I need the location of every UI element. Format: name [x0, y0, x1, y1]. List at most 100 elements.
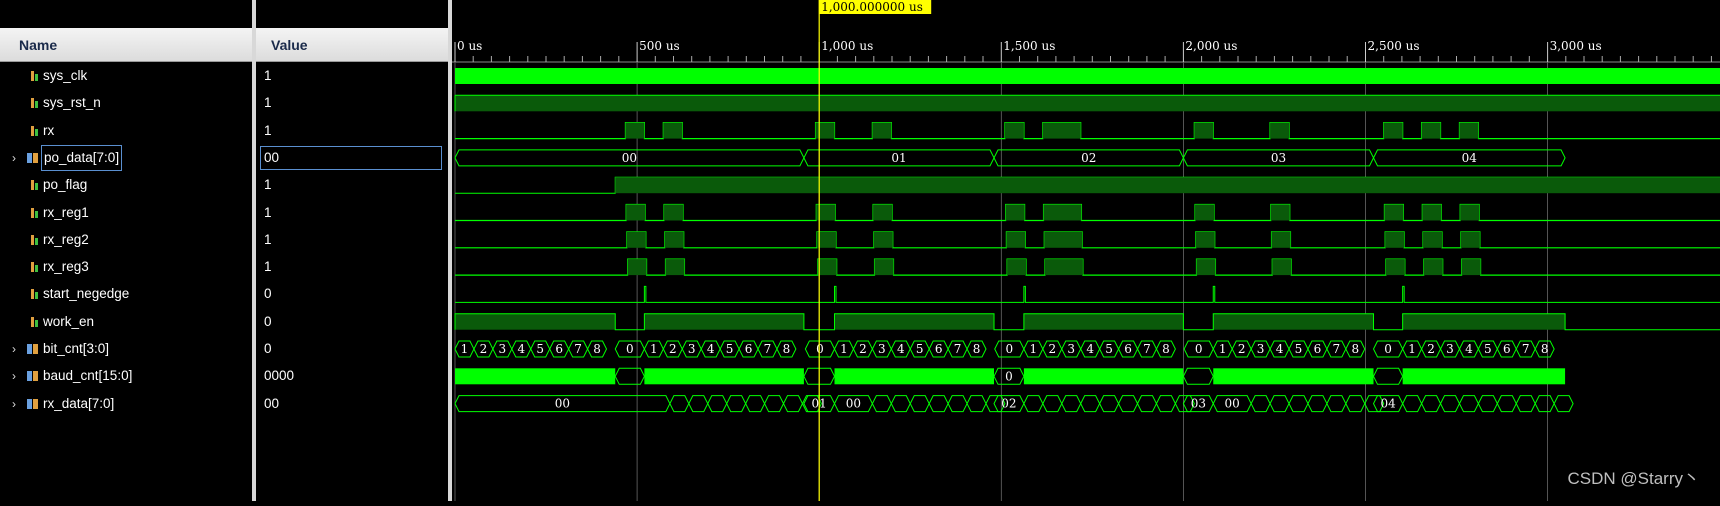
signal-value-row[interactable]: 1 [256, 172, 448, 198]
bit_cnt-bus-label: 8 [1162, 342, 1170, 356]
watermark: CSDN @Starry丶 [1567, 469, 1701, 488]
names-panel: Name sys_clk sys_rst_nrx › po_data[7:0] po_f… [0, 0, 252, 501]
rx_reg3-wave-fill [874, 259, 894, 276]
rx_reg2-wave-fill [1385, 231, 1405, 248]
signal-value-row[interactable]: 0 [256, 281, 448, 307]
signal-value-row[interactable]: 0 [256, 309, 448, 335]
rx_reg2-wave-fill [1460, 231, 1480, 248]
signal-value-row[interactable]: 1 [256, 200, 448, 226]
signal-value-row[interactable]: 1 [256, 90, 448, 116]
signal-value-row[interactable]: 00 [256, 145, 448, 171]
rx_reg1-wave-fill [626, 204, 646, 221]
rx_reg3-wave-fill [1461, 259, 1481, 276]
signal-row-rx_reg1[interactable]: rx_reg1 [0, 200, 252, 226]
signal-row-work_en[interactable]: work_en [0, 309, 252, 335]
rx-wave-fill [1459, 122, 1479, 139]
signal-row-baud_cnt[interactable]: › baud_cnt[15:0] [0, 363, 252, 389]
expand-chevron-icon[interactable]: › [12, 363, 16, 389]
bit_cnt-bus-label: 8 [783, 342, 791, 356]
signal-row-sys_rst_n[interactable]: sys_rst_n [0, 90, 252, 116]
rx_data-bus-label: 02 [1001, 397, 1016, 411]
bit_cnt-bus-label: 6 [1124, 342, 1132, 356]
rx-wave-fill [872, 122, 892, 139]
expand-chevron-icon[interactable]: › [12, 336, 16, 362]
baud_cnt-busy [1213, 368, 1374, 385]
signal-name: rx [43, 122, 55, 138]
signal-value: 0000 [264, 368, 295, 384]
bit_cnt-bus-label: 5 [916, 342, 924, 356]
bit-signal-icon [31, 180, 38, 191]
signal-value-row[interactable]: 00 [256, 391, 448, 417]
signal-value-row[interactable]: 1 [256, 118, 448, 144]
bit_cnt-bus-label: 3 [499, 342, 507, 356]
signal-row-rx[interactable]: rx [0, 118, 252, 144]
timeline-tick-label: 1,000 us [821, 39, 873, 53]
rx_data-bus-segment [1099, 395, 1120, 413]
bit-signal-icon [31, 262, 38, 273]
waveform-canvas[interactable]: 0 us 500 us 1,000 us 1,500 us 2,000 us 2,500 … [452, 0, 1720, 501]
rx_reg1-wave-fill [664, 204, 683, 221]
signal-name: rx_data[7:0] [43, 395, 115, 411]
baud_cnt-busy [1023, 368, 1184, 385]
rx_reg2-wave-fill [817, 231, 836, 248]
rx_data-bus-segment [909, 395, 930, 413]
signal-row-rx_reg3[interactable]: rx_reg3 [0, 254, 252, 280]
signal-row-rx_data[interactable]: › rx_data[7:0] [0, 391, 252, 417]
signal-name: rx_reg3 [43, 259, 89, 275]
start_negedge-wave [455, 285, 1720, 303]
rx-wave-fill [625, 122, 645, 139]
bit_cnt-bus-label: 8 [593, 342, 601, 356]
bit_cnt-bus-label: 1 [840, 342, 848, 356]
rx_reg3-wave-fill [1423, 259, 1443, 276]
rx-wave-fill [1383, 122, 1403, 139]
bit_cnt-bus-label: 7 [954, 342, 962, 356]
rx_reg3-wave-fill [1045, 259, 1083, 276]
bit_cnt-bus-label: 3 [688, 342, 696, 356]
sys_clk-wave [455, 68, 1720, 84]
signal-value-row[interactable]: 0 [256, 336, 448, 362]
rx_reg3-wave-fill [665, 259, 685, 276]
waveform-panel[interactable]: 0 us 500 us 1,000 us 1,500 us 2,000 us 2,500 … [452, 0, 1720, 501]
signal-row-rx_reg2[interactable]: rx_reg2 [0, 227, 252, 253]
signal-row-bit_cnt[interactable]: › bit_cnt[3:0] [0, 336, 252, 362]
rx_data-bus-segment [1307, 395, 1328, 413]
expand-chevron-icon[interactable]: › [12, 391, 16, 417]
signal-row-start_negedge[interactable]: start_negedge [0, 281, 252, 307]
rx_reg1-wave-fill [1460, 204, 1480, 221]
name-column-header[interactable]: Name [0, 28, 252, 62]
rx_data-bus-segment [1534, 395, 1555, 413]
signal-row-po_data[interactable]: › po_data[7:0] [0, 144, 252, 171]
signal-value: 1 [264, 231, 272, 247]
rx_data-bus-segment [1080, 395, 1101, 413]
values-panel: Value 1 1 1 00 1 1 1 1 0 0 0 0000 00 [256, 0, 448, 501]
bit_cnt-bus-label: 3 [1067, 342, 1075, 356]
bit_cnt-bus-label: 0 [1005, 342, 1013, 356]
signal-value-row[interactable]: 1 [256, 63, 448, 89]
expand-chevron-icon[interactable]: › [12, 145, 16, 171]
rx_data-bus-label: 00 [1225, 397, 1240, 411]
signal-value-row[interactable]: 1 [256, 254, 448, 280]
signal-value: 1 [264, 68, 272, 83]
rx_data-bus-segment [782, 395, 804, 413]
timeline-tick-label: 0 us [457, 39, 482, 53]
bit_cnt-bus-label: 4 [1465, 342, 1473, 356]
signal-value: 0 [264, 286, 272, 302]
cursor-label: 1,000.000000 us [821, 0, 923, 14]
value-column-header[interactable]: Value [256, 28, 448, 62]
signal-name: baud_cnt[15:0] [43, 368, 133, 384]
rx_data-bus-segment [1515, 395, 1536, 413]
signal-row-sys_clk[interactable]: sys_clk [0, 63, 252, 89]
rx_data-bus-segment [1250, 395, 1271, 413]
rx_data-bus-segment [1155, 395, 1176, 413]
rx_data-bus-segment [1269, 395, 1290, 413]
signal-row-po_flag[interactable]: po_flag [0, 172, 252, 198]
signal-value-row[interactable]: 0000 [256, 363, 448, 389]
rx_data-bus-segment [1061, 395, 1082, 413]
signal-value-row[interactable]: 1 [256, 227, 448, 253]
bit_cnt-bus-label: 1 [650, 342, 658, 356]
rx_reg1-wave-fill [873, 204, 893, 221]
rx-wave-fill [1270, 122, 1290, 139]
baud_cnt-busy [455, 368, 616, 385]
po_data-bus-label: 01 [891, 151, 906, 165]
bit_cnt-bus-label: 4 [897, 342, 905, 356]
